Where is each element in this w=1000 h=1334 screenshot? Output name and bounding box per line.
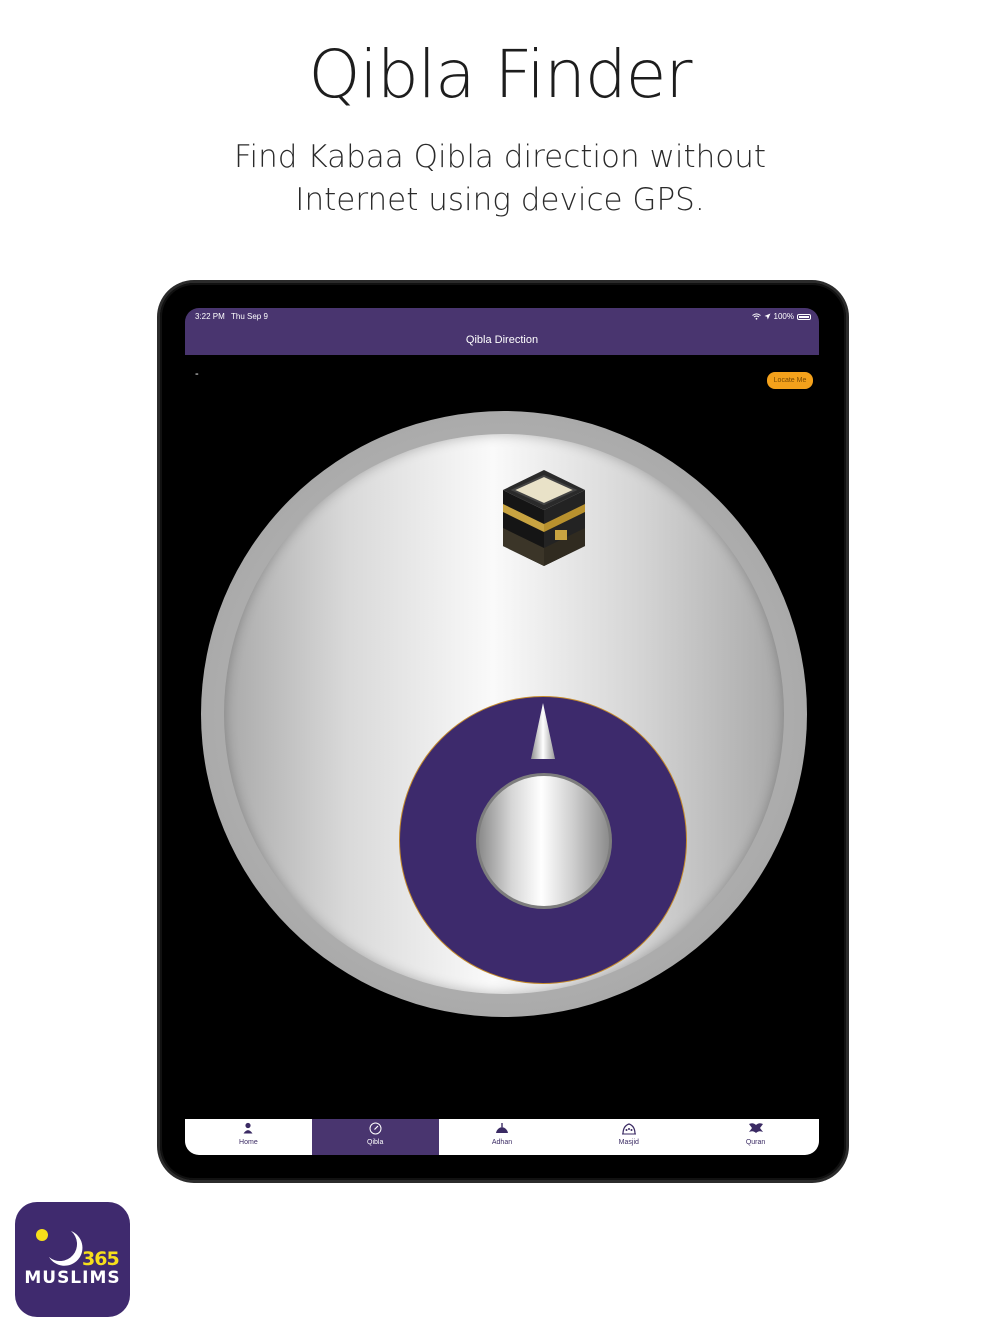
logo-word: MUSLIMS: [24, 1268, 121, 1288]
navigation-bar: 3:22 PM Thu Sep 9 100% Qibla Direction: [185, 308, 819, 355]
location-text: -: [195, 368, 199, 380]
status-date: Thu Sep 9: [231, 312, 268, 321]
compass-icon: [312, 1122, 439, 1138]
compass-hub: [476, 773, 612, 909]
person-icon: [185, 1122, 312, 1138]
promo-subtitle-line-2: Internet using device GPS.: [295, 182, 705, 218]
battery-percentage: 100%: [773, 312, 794, 321]
app-screen: 3:22 PM Thu Sep 9 100% Qibla Direction -…: [185, 308, 819, 1155]
tablet-frame: 3:22 PM Thu Sep 9 100% Qibla Direction -…: [160, 283, 846, 1180]
kaaba-icon: [503, 470, 585, 566]
app-logo: 365 MUSLIMS: [15, 1202, 130, 1317]
tab-masjid-label: Masjid: [618, 1139, 639, 1146]
compass-bezel: [201, 411, 807, 1017]
status-indicators: 100%: [751, 312, 811, 321]
tab-masjid[interactable]: Masjid: [565, 1119, 692, 1155]
promo-title: Qibla Finder: [308, 36, 693, 113]
tab-home-label: Home: [239, 1139, 258, 1146]
promo-subtitle: Find Kabaa Qibla direction without Inter…: [0, 136, 1000, 222]
qibla-dial: [399, 696, 687, 984]
logo-number: 365: [82, 1248, 120, 1270]
mosque-icon: [439, 1122, 566, 1138]
tab-adhan[interactable]: Adhan: [439, 1119, 566, 1155]
tab-adhan-label: Adhan: [491, 1139, 513, 1146]
compass-face: [224, 434, 784, 994]
wifi-icon: [751, 313, 761, 320]
quran-icon: [692, 1122, 819, 1138]
status-time: 3:22 PM: [195, 312, 225, 321]
battery-icon: [797, 313, 811, 320]
qibla-needle: [531, 703, 555, 759]
location-arrow-icon: [764, 313, 771, 320]
masjid-icon: [565, 1122, 692, 1138]
tab-quran[interactable]: Quran: [692, 1119, 819, 1155]
page-title: Qibla Direction: [465, 334, 539, 346]
locate-me-button[interactable]: Locate Me: [767, 372, 813, 389]
tab-home[interactable]: Home: [185, 1119, 312, 1155]
promo-subtitle-line-1: Find Kabaa Qibla direction without: [233, 139, 767, 175]
tab-qibla[interactable]: Qibla: [311, 1119, 439, 1155]
tab-qibla-label: Qibla: [367, 1139, 384, 1146]
tab-quran-label: Quran: [745, 1139, 766, 1146]
tab-bar: Home Qibla Adhan Masjid Quran: [185, 1119, 819, 1155]
